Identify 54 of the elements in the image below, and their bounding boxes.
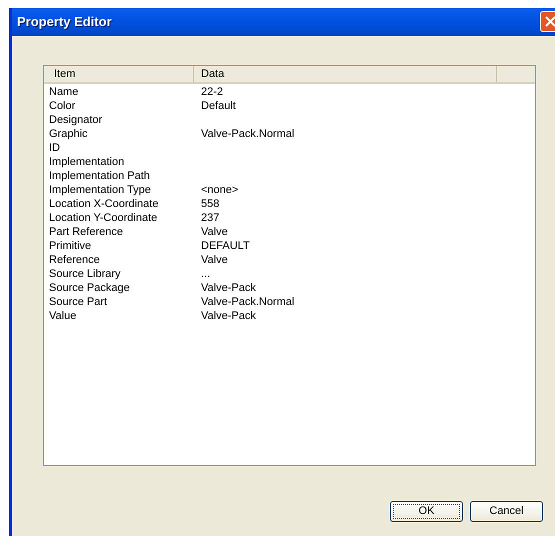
table-row[interactable]: Implementation Path (44, 169, 535, 183)
table-cell-text: Source Library (48, 268, 122, 280)
table-cell-text: Name (48, 86, 80, 98)
table-cell-text: Implementation Type (48, 184, 152, 196)
table-cell-text: <none> (200, 184, 238, 196)
table-cell-text: 558 (200, 198, 220, 210)
table-cell-text: Valve-Pack.Normal (200, 296, 294, 308)
window-title: Property Editor (17, 13, 112, 32)
dialog-button[interactable]: Cancel (470, 501, 543, 522)
table-cell-text: Implementation (48, 156, 126, 168)
table-cell-text: Graphic (48, 128, 89, 140)
table-cell-text: Primitive (48, 240, 92, 252)
table-row[interactable]: Source Part Valve-Pack.Normal (44, 295, 535, 309)
table-cell-text: Valve-Pack (200, 282, 256, 294)
table-cell-text: Valve-Pack (200, 310, 256, 322)
table-cell-text: Location X-Coordinate (48, 198, 160, 210)
table-cell-text: ID (48, 142, 61, 154)
table-row[interactable]: Primitive DEFAULT (44, 239, 535, 253)
close-icon (545, 16, 555, 27)
table-cell-text: Valve (200, 254, 228, 266)
table-cell-text: Valve-Pack.Normal (200, 128, 294, 140)
table-row[interactable]: Value Valve-Pack (44, 309, 535, 323)
table-cell-text: Implementation Path (48, 170, 151, 182)
table-row[interactable]: Location Y-Coordinate 237 (44, 211, 535, 225)
dialog-button[interactable]: OK (390, 501, 463, 522)
close-button[interactable] (540, 11, 555, 32)
table-cell-text: 22-2 (200, 86, 224, 98)
table-row[interactable]: Source Package Valve-Pack (44, 281, 535, 295)
table-row[interactable]: Source Library ... (44, 267, 535, 281)
table-row[interactable]: Graphic Valve-Pack.Normal (44, 127, 535, 141)
column-header[interactable]: Data (194, 66, 497, 82)
table-row[interactable]: Color Default (44, 99, 535, 113)
table-row[interactable]: ID (44, 141, 535, 155)
table-cell-text: Source Part (48, 296, 108, 308)
table-cell-text: Designator (48, 114, 104, 126)
table-row[interactable]: Part Reference Valve (44, 225, 535, 239)
table-cell-text: Location Y-Coordinate (48, 212, 158, 224)
table-cell-text: 237 (200, 212, 220, 224)
column-header[interactable]: Item (44, 66, 194, 82)
table-row[interactable]: Implementation Type <none> (44, 183, 535, 197)
table-row[interactable]: Name 22-2 (44, 85, 535, 99)
table-cell-text: Default (200, 100, 236, 112)
table-row[interactable]: Location X-Coordinate 558 (44, 197, 535, 211)
table-cell-text: Source Package (48, 282, 131, 294)
table-cell-text: Part Reference (48, 226, 124, 238)
table-cell-text: Valve (200, 226, 228, 238)
table-row[interactable]: Implementation (44, 155, 535, 169)
table-cell-text: ... (200, 268, 210, 280)
table-cell-text: Color (48, 100, 76, 112)
table-cell-text: Reference (48, 254, 101, 266)
table-row[interactable]: Reference Valve (44, 253, 535, 267)
table-cell-text: DEFAULT (200, 240, 250, 252)
table-cell-text: Value (48, 310, 78, 322)
table-row[interactable]: Designator (44, 113, 535, 127)
